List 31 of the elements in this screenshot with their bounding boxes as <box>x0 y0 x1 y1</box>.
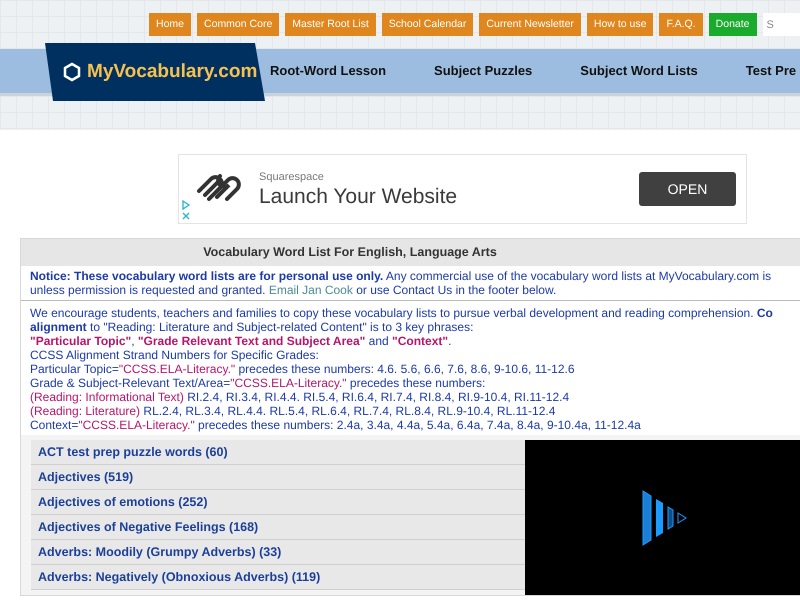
info-text: We encourage students, teachers and families to copy these vocabulary lists to pursue verbal development and reading comprehension. Co <box>30 306 774 320</box>
ad-brand: Squarespace <box>259 170 325 185</box>
search-field[interactable]: S <box>762 13 800 36</box>
info-text: Particular Topic="CCSS.ELA-Literacy." precedes these numbers: 4.6. 5.6, 6.6, 7.6, 8.6, 9-10.6, 11-12.6 <box>30 362 576 376</box>
word-list-item[interactable]: ACT test prep puzzle words (60) <box>31 440 525 465</box>
ad-choices-icon[interactable] <box>181 199 191 221</box>
logo[interactable]: MyVocabulary.com <box>45 43 265 101</box>
info-text: alignment to "Reading: Literature and Subject-related Content" is to 3 key phrases: <box>30 320 474 334</box>
nav-link[interactable]: Subject Word Lists <box>580 61 698 81</box>
info-text: (Reading: Literature) RL.2.4, RL.3.4, RL.4.4. RL.5.4, RL.6.4, RL.7.4, RL.8.4, RL.9-10.4, RL.11-12.4 <box>30 404 556 418</box>
word-list-item[interactable]: Adverbs: Negatively (Obnoxious Adverbs) (119) <box>31 565 525 590</box>
notice-text: Notice: These vocabulary word lists are for personal use only. Any commercial use of the vocabulary word lists at MyVocabulary.com is <box>30 269 772 283</box>
play-icon <box>641 488 689 546</box>
info-text: CCSS Alignment Strand Numbers for Specific Grades: <box>30 348 320 362</box>
panel-title: Vocabulary Word List For English, Language Arts <box>21 239 800 266</box>
info-text: "Particular Topic", "Grade Relevant Text and Subject Area" and "Context". <box>30 334 452 348</box>
nav-link[interactable]: Root-Word Lesson <box>270 61 386 81</box>
info-text: Context="CCSS.ELA-Literacy." precedes these numbers: 2.4a, 3.4a, 4.4a, 5.4a, 6.4a, 7.4a, 8.4a, 9-10.4a, 11-12.4a <box>30 418 642 432</box>
word-list-item[interactable]: Adjectives (519) <box>31 465 525 490</box>
word-list-item[interactable]: Adjectives of Negative Feelings (168) <box>31 515 525 540</box>
word-list-item[interactable]: Adverbs: Moodily (Grumpy Adverbs) (33) <box>31 540 525 565</box>
ad-headline: Launch Your Website <box>259 185 458 210</box>
notice-text: unless permission is requested and granted. Email Jan Cook or use Contact Us in the footer below. <box>30 283 558 297</box>
info-text: (Reading: Informational Text) RI.2.4, RI.3.4, RI.4.4. RI.5.4, RI.6.4, RI.7.4, RI.8.4, RI.9-10.4, RI.11-12.4 <box>30 390 570 404</box>
nav-link[interactable]: Test Pre <box>746 61 796 81</box>
nav-link[interactable]: Subject Puzzles <box>434 61 532 81</box>
hexagon-icon <box>63 62 81 82</box>
ad-banner[interactable]: Squarespace Launch Your Website OPEN <box>178 154 747 224</box>
info-text: Grade & Subject-Relevant Text/Area="CCSS.ELA-Literacy." precedes these numbers: <box>30 376 486 390</box>
open-button[interactable]: OPEN <box>639 172 736 206</box>
word-list-item[interactable]: Adjectives of emotions (252) <box>31 490 525 515</box>
